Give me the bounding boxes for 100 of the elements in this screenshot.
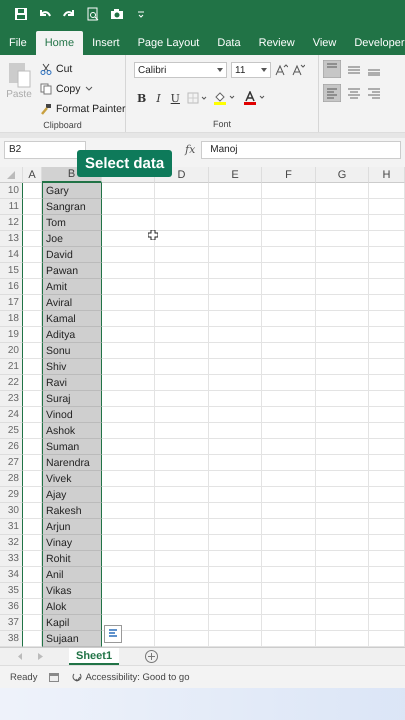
table-cell xyxy=(102,391,155,407)
ribbon-tab[interactable]: File xyxy=(0,31,36,55)
table-cell xyxy=(155,455,209,471)
row-header[interactable]: 14 xyxy=(0,247,23,263)
table-cell xyxy=(316,583,369,599)
align-icon[interactable] xyxy=(323,84,341,102)
underline-button[interactable]: U xyxy=(168,92,183,104)
row-header[interactable]: 17 xyxy=(0,295,23,311)
row-header[interactable]: 31 xyxy=(0,519,23,535)
row-header[interactable]: 10 xyxy=(0,183,23,199)
sheet-tab[interactable]: Sheet1 xyxy=(69,648,120,665)
align-icon[interactable] xyxy=(367,86,381,100)
accessibility-icon xyxy=(71,672,84,682)
name-box[interactable]: B2 xyxy=(4,140,86,158)
italic-button[interactable]: I xyxy=(153,92,164,104)
table-cell xyxy=(102,311,155,327)
table-cell xyxy=(155,599,209,615)
row-header[interactable]: 35 xyxy=(0,583,23,599)
ribbon-tab[interactable]: View xyxy=(304,31,346,55)
row-header[interactable]: 32 xyxy=(0,535,23,551)
row-header[interactable]: 23 xyxy=(0,391,23,407)
table-cell: Aditya xyxy=(42,327,102,343)
table-cell xyxy=(209,583,262,599)
formula-field[interactable]: Manoj xyxy=(201,140,401,158)
ribbon-tab[interactable]: Review xyxy=(250,31,304,55)
table-cell xyxy=(262,279,316,295)
shrink-font-icon[interactable] xyxy=(292,64,305,76)
font-size-field[interactable]: 11 xyxy=(231,62,271,78)
row-header[interactable]: 26 xyxy=(0,439,23,455)
table-cell xyxy=(369,519,405,535)
row-header[interactable]: 21 xyxy=(0,359,23,375)
table-cell: Kapil xyxy=(42,615,102,631)
insert-function-button[interactable]: fx xyxy=(185,143,196,156)
column-header[interactable]: G xyxy=(316,167,369,183)
column-header[interactable]: E xyxy=(209,167,262,183)
table-cell xyxy=(102,247,155,263)
row-header[interactable]: 33 xyxy=(0,551,23,567)
table-cell xyxy=(102,263,155,279)
row-header[interactable]: 12 xyxy=(0,215,23,231)
table-cell xyxy=(102,599,155,615)
borders-icon[interactable] xyxy=(186,92,209,104)
table-cell xyxy=(369,423,405,439)
table-cell xyxy=(155,615,209,631)
row-header[interactable]: 22 xyxy=(0,375,23,391)
table-cell xyxy=(155,183,209,199)
table-cell xyxy=(262,471,316,487)
cursor-icon xyxy=(148,230,158,240)
ribbon-tab[interactable]: Data xyxy=(208,31,250,55)
ribbon-tab[interactable]: Developer xyxy=(345,31,405,55)
table-cell xyxy=(209,471,262,487)
row-header[interactable]: 16 xyxy=(0,279,23,295)
ribbon-tab[interactable]: Page Layout xyxy=(128,31,208,55)
row-header[interactable]: 24 xyxy=(0,407,23,423)
table-cell xyxy=(316,599,369,615)
brush-icon xyxy=(40,102,52,114)
table-cell: Suman xyxy=(42,439,102,455)
column-header[interactable]: H xyxy=(369,167,405,183)
row-header[interactable]: 25 xyxy=(0,423,23,439)
row-header[interactable]: 34 xyxy=(0,567,23,583)
row-header[interactable]: 18 xyxy=(0,311,23,327)
ribbon-tab[interactable]: Insert xyxy=(83,31,129,55)
row-header[interactable]: 28 xyxy=(0,471,23,487)
accessibility-status[interactable]: Accessibility: Good to go xyxy=(71,672,190,682)
camera-icon[interactable] xyxy=(110,7,124,21)
row-header[interactable]: 13 xyxy=(0,231,23,247)
row-header[interactable]: 15 xyxy=(0,263,23,279)
cut-button[interactable]: Cut xyxy=(38,59,128,78)
quick-analysis-icon[interactable] xyxy=(104,625,122,643)
align-icon[interactable] xyxy=(347,86,361,100)
save-icon[interactable] xyxy=(14,7,28,21)
column-header[interactable]: F xyxy=(262,167,316,183)
row-header[interactable]: 37 xyxy=(0,615,23,631)
table-cell xyxy=(209,423,262,439)
align-icon[interactable] xyxy=(323,60,341,78)
table-cell xyxy=(102,423,155,439)
row-header[interactable]: 30 xyxy=(0,503,23,519)
ribbon-tab[interactable]: Home xyxy=(36,31,84,55)
table-cell xyxy=(155,567,209,583)
format-painter-button[interactable]: Format Painter xyxy=(38,99,128,118)
table-cell xyxy=(262,487,316,503)
row-header[interactable]: 11 xyxy=(0,199,23,215)
column-header[interactable]: A xyxy=(23,167,42,183)
row-header[interactable]: 27 xyxy=(0,455,23,471)
table-cell xyxy=(369,551,405,567)
grow-font-icon[interactable] xyxy=(275,64,288,76)
row-header[interactable]: 36 xyxy=(0,599,23,615)
table-cell xyxy=(369,567,405,583)
calendar-icon[interactable] xyxy=(49,672,60,682)
row-header[interactable]: 20 xyxy=(0,343,23,359)
table-cell xyxy=(209,503,262,519)
row-header[interactable]: 19 xyxy=(0,327,23,343)
table-cell xyxy=(102,583,155,599)
print-preview-icon[interactable] xyxy=(86,7,100,21)
add-sheet-icon[interactable] xyxy=(145,650,158,663)
font-name-field[interactable]: Calibri xyxy=(134,62,227,78)
bold-button[interactable]: B xyxy=(134,92,150,104)
table-cell xyxy=(369,311,405,327)
copy-button[interactable]: Copy xyxy=(38,79,128,98)
row-header[interactable]: 38 xyxy=(0,631,23,647)
row-header[interactable]: 29 xyxy=(0,487,23,503)
